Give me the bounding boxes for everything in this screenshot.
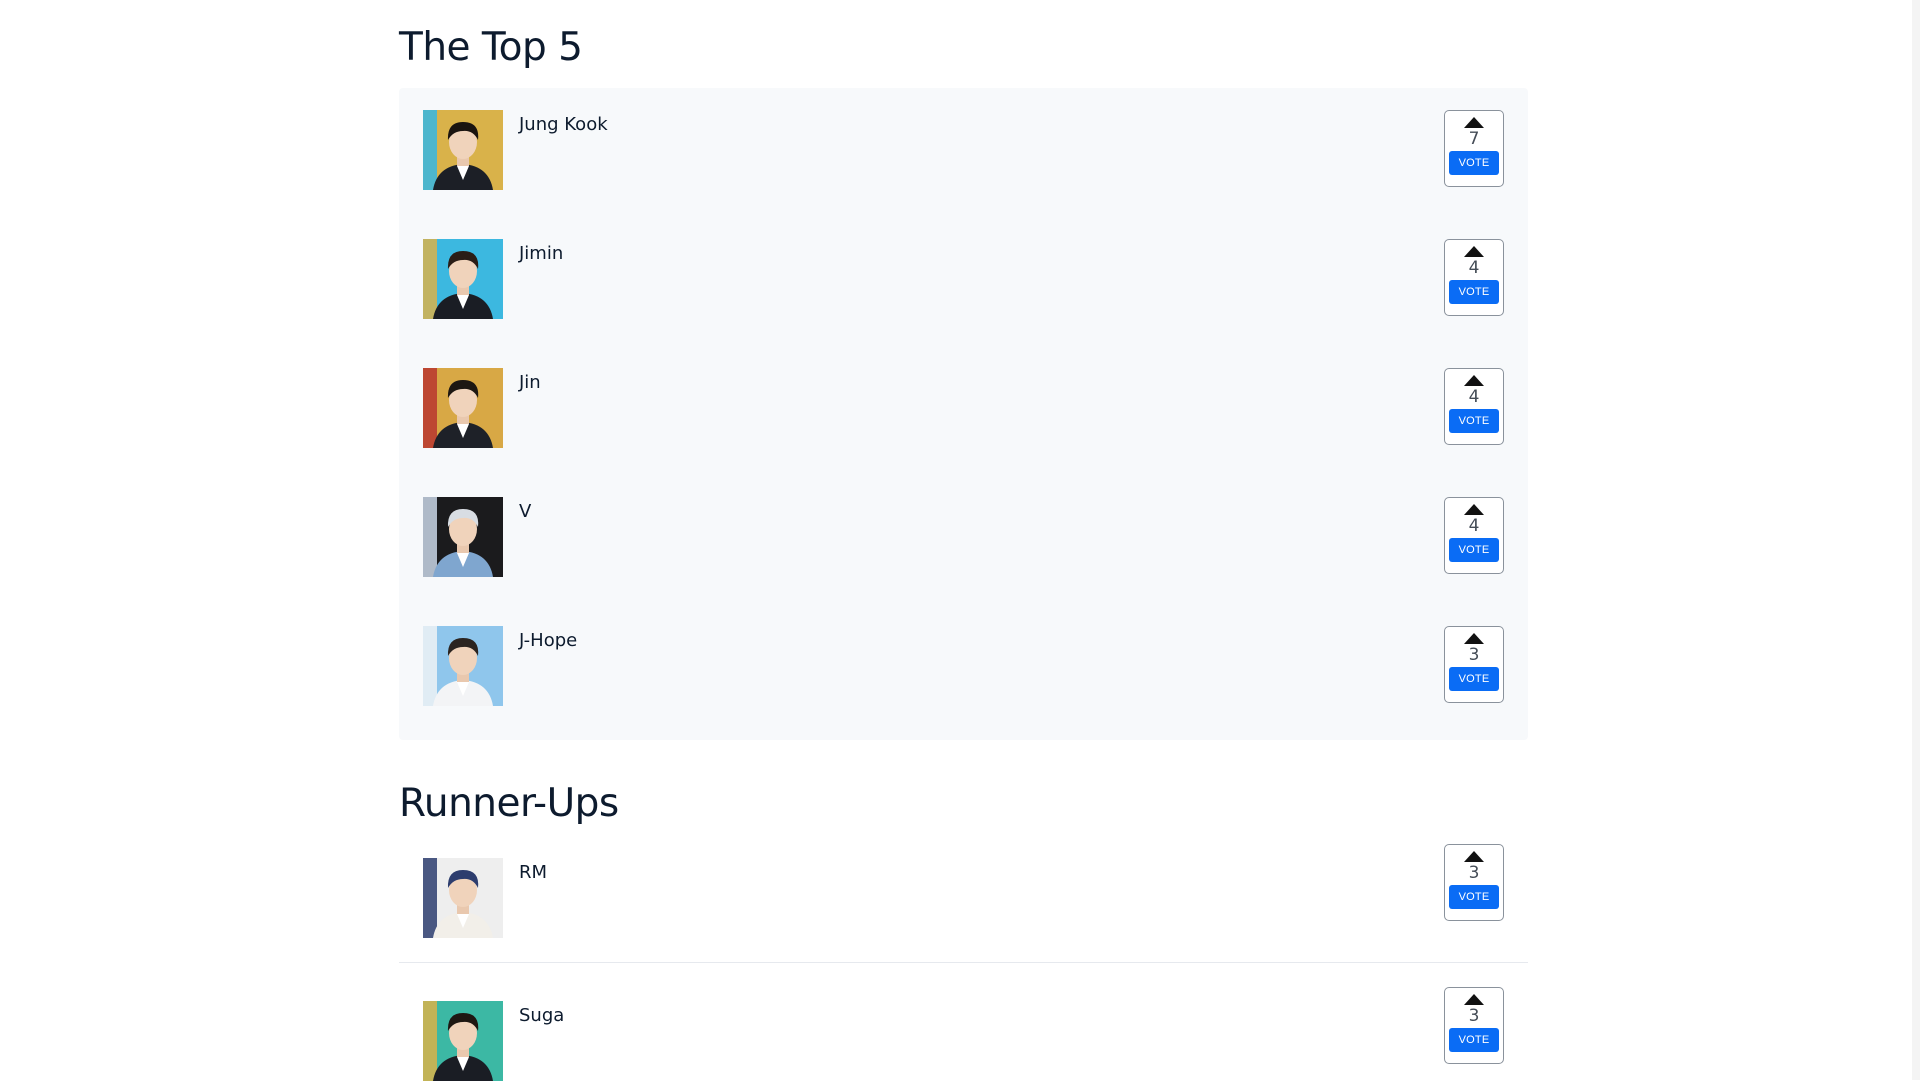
member-name: Jin (519, 372, 541, 393)
member-name: Jimin (519, 243, 564, 264)
member-name: Suga (519, 1005, 565, 1026)
vote-button[interactable]: VOTE (1449, 1028, 1499, 1052)
vote-button[interactable]: VOTE (1449, 409, 1499, 433)
member-photo-image (423, 368, 503, 448)
member-name: RM (519, 862, 548, 883)
top5-list: Jung Kook 7 VOTE Jimin 4 VOTE Jin 4 VOTE V 4 VOTE J-… (399, 88, 1528, 740)
member-photo-image (423, 626, 503, 706)
vote-widget: 3 VOTE (1444, 987, 1504, 1064)
runner-ups-list: RM 3 VOTE Suga 3 VOTE (399, 844, 1528, 1081)
upvote-arrow-icon[interactable] (1464, 246, 1484, 257)
upvote-arrow-icon[interactable] (1464, 633, 1484, 644)
vote-count: 7 (1468, 129, 1480, 149)
vote-button[interactable]: VOTE (1449, 885, 1499, 909)
member-photo (423, 239, 503, 319)
upvote-arrow-icon[interactable] (1464, 117, 1484, 128)
vote-widget: 4 VOTE (1444, 497, 1504, 574)
member-photo (423, 110, 503, 190)
member-name: Jung Kook (519, 114, 608, 135)
vote-widget: 7 VOTE (1444, 110, 1504, 187)
member-name: V (519, 501, 532, 522)
top5-item: Jung Kook 7 VOTE (423, 110, 1504, 190)
member-photo (423, 858, 503, 938)
page-scrollbar[interactable] (1912, 0, 1920, 1080)
vote-count: 4 (1468, 516, 1480, 536)
top5-item: J-Hope 3 VOTE (423, 626, 1504, 706)
runner-up-item: Suga 3 VOTE (423, 987, 1504, 1081)
vote-button[interactable]: VOTE (1449, 280, 1499, 304)
upvote-arrow-icon[interactable] (1464, 375, 1484, 386)
vote-widget: 3 VOTE (1444, 626, 1504, 703)
member-photo (423, 497, 503, 577)
vote-count: 3 (1468, 863, 1480, 883)
member-photo (423, 626, 503, 706)
vote-button[interactable]: VOTE (1449, 667, 1499, 691)
vote-widget: 4 VOTE (1444, 239, 1504, 316)
member-photo (423, 368, 503, 448)
vote-button[interactable]: VOTE (1449, 151, 1499, 175)
vote-count: 4 (1468, 258, 1480, 278)
vote-widget: 4 VOTE (1444, 368, 1504, 445)
vote-count: 3 (1468, 645, 1480, 665)
vote-button[interactable]: VOTE (1449, 538, 1499, 562)
top5-item: Jimin 4 VOTE (423, 239, 1504, 319)
page-content: The Top 5 Jung Kook 7 VOTE Jimin 4 VOTE Jin 4 VO… (399, 0, 1528, 1081)
member-name: J-Hope (519, 630, 578, 651)
vote-count: 4 (1468, 387, 1480, 407)
member-photo-image (423, 497, 503, 577)
row-divider (399, 962, 1528, 963)
member-photo-image (423, 858, 503, 938)
upvote-arrow-icon[interactable] (1464, 851, 1484, 862)
upvote-arrow-icon[interactable] (1464, 504, 1484, 515)
member-photo-image (423, 110, 503, 190)
top5-title: The Top 5 (399, 25, 583, 70)
member-photo (423, 1001, 503, 1081)
member-photo-image (423, 239, 503, 319)
runner-up-item: RM 3 VOTE (423, 844, 1504, 938)
vote-widget: 3 VOTE (1444, 844, 1504, 921)
vote-count: 3 (1468, 1006, 1480, 1026)
runner-ups-title: Runner-Ups (399, 781, 619, 826)
member-photo-image (423, 1001, 503, 1081)
upvote-arrow-icon[interactable] (1464, 994, 1484, 1005)
top5-item: Jin 4 VOTE (423, 368, 1504, 448)
top5-item: V 4 VOTE (423, 497, 1504, 577)
